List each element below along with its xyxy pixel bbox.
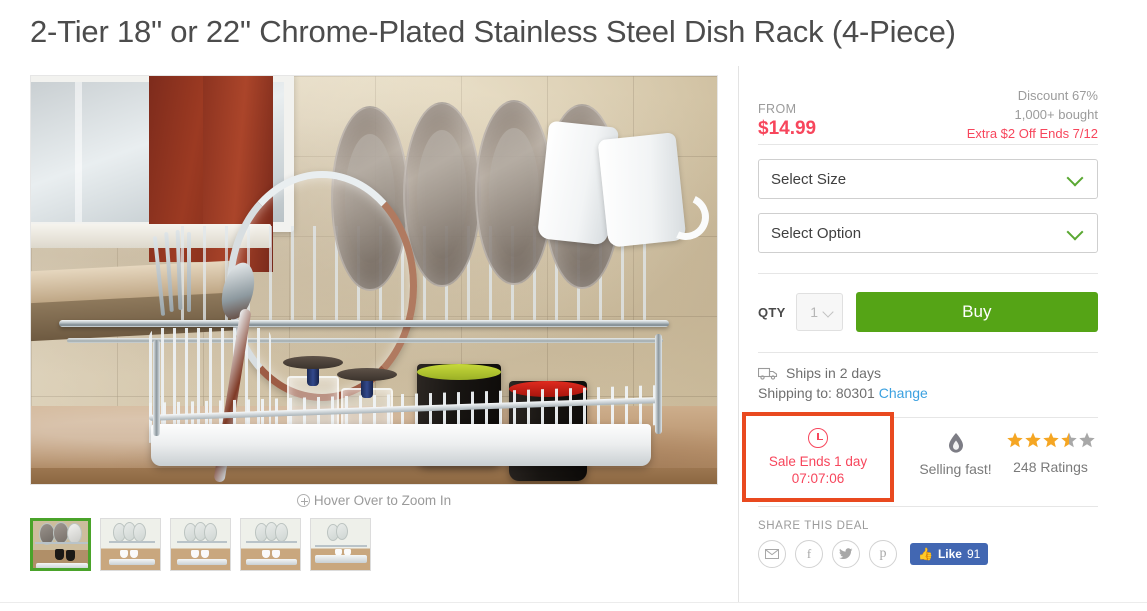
price-value: $14.99 xyxy=(758,118,817,139)
rack-leg-left xyxy=(153,340,160,436)
chevron-down-icon xyxy=(1068,224,1083,239)
ships-in-line: Ships in 2 days xyxy=(757,365,1098,381)
buy-button-label: Buy xyxy=(962,302,992,321)
share-section-title: SHARE THIS DEAL xyxy=(758,520,870,532)
rating-stars xyxy=(1003,432,1098,453)
kitchen-scene xyxy=(31,76,717,484)
rack-leg-right xyxy=(655,334,662,434)
ships-in-label: Ships in 2 days xyxy=(786,365,881,381)
wine-glass-base-2 xyxy=(337,368,397,381)
shipping-info: Ships in 2 days Shipping to: 80301 Chang… xyxy=(757,365,1098,401)
sale-ends-line1: Sale Ends 1 day xyxy=(768,454,868,469)
shipping-to-line: Shipping to: 80301 Change xyxy=(758,385,1098,401)
column-divider xyxy=(738,66,739,603)
main-product-image[interactable] xyxy=(30,75,718,485)
quantity-value: 1 xyxy=(810,304,819,320)
facebook-like-count: 91 xyxy=(966,547,981,561)
facebook-like-label: Like xyxy=(937,547,962,561)
email-share-icon[interactable] xyxy=(758,540,786,568)
selling-fast-label: Selling fast! xyxy=(919,461,992,477)
sale-countdown-box[interactable]: Sale Ends 1 day 07:07:06 xyxy=(742,412,894,502)
thumbnail-3[interactable] xyxy=(170,518,231,571)
divider-1 xyxy=(758,144,1098,145)
price-block: FROM $14.99 Discount 67% 1,000+ bought E… xyxy=(758,78,1098,141)
thumbnail-strip xyxy=(30,518,720,571)
quantity-stepper[interactable]: 1 xyxy=(795,293,843,331)
zoom-hint-label: Hover Over to Zoom In xyxy=(313,493,452,508)
sale-ends-line2: 07:07:06 xyxy=(791,471,845,486)
clock-icon xyxy=(808,428,828,448)
deal-info-strip: Sale Ends 1 day 07:07:06 Selling fast! 2… xyxy=(742,412,1098,502)
sale-countdown-text: Sale Ends 1 day 07:07:06 xyxy=(746,453,890,487)
divider-5 xyxy=(758,506,1098,507)
change-zip-link[interactable]: Change xyxy=(879,385,928,401)
chevron-down-icon xyxy=(1068,170,1083,185)
select-option-dropdown[interactable]: Select Option xyxy=(758,213,1098,253)
share-buttons-row: f p 👍 Like 91 xyxy=(758,540,1098,568)
shipping-to-label: Shipping to: 80301 xyxy=(758,385,875,401)
thumbs-up-icon: 👍 xyxy=(918,547,933,561)
fork-tine-4 xyxy=(187,232,191,312)
wine-glass-base-1 xyxy=(283,356,343,369)
zoom-hint: Hover Over to Zoom In xyxy=(30,493,718,508)
facebook-share-icon[interactable]: f xyxy=(795,540,823,568)
facebook-glyph: f xyxy=(806,546,812,561)
thumbnail-4[interactable] xyxy=(240,518,301,571)
buy-button[interactable]: Buy xyxy=(855,292,1098,332)
qty-label: QTY xyxy=(758,304,786,320)
selling-fast-cell: Selling fast! xyxy=(908,418,1003,477)
plus-circle-icon xyxy=(296,494,310,507)
divider-2 xyxy=(758,273,1098,274)
facebook-like-button[interactable]: 👍 Like 91 xyxy=(910,543,989,565)
discount-label: Discount 67% xyxy=(1017,88,1098,103)
ratings-count-label: 248 Ratings xyxy=(1013,459,1088,475)
thumbnail-5[interactable] xyxy=(310,518,371,571)
twitter-share-icon[interactable] xyxy=(832,540,860,568)
thumbnail-2[interactable] xyxy=(100,518,161,571)
pinterest-glyph: p xyxy=(879,546,887,561)
ratings-cell[interactable]: 248 Ratings xyxy=(1003,418,1098,475)
purchase-panel: FROM $14.99 Discount 67% 1,000+ bought E… xyxy=(742,78,1098,568)
select-size-label: Select Size xyxy=(771,170,847,188)
product-gallery: Hover Over to Zoom In xyxy=(30,75,720,571)
plate-2 xyxy=(403,102,481,287)
rack-rail-upper xyxy=(59,320,669,327)
truck-icon xyxy=(757,366,778,380)
price-meta: Discount 67% 1,000+ bought Extra $2 Off … xyxy=(967,86,1098,143)
flame-icon xyxy=(947,432,965,454)
extra-offer: Extra $2 Off Ends 7/12 xyxy=(966,126,1098,141)
select-option-label: Select Option xyxy=(771,224,862,242)
pinterest-share-icon[interactable]: p xyxy=(869,540,897,568)
chevron-down-icon xyxy=(824,308,833,317)
select-size-dropdown[interactable]: Select Size xyxy=(758,159,1098,199)
page-title: 2-Tier 18" or 22" Chrome-Plated Stainles… xyxy=(30,14,956,49)
quantity-and-buy-row: QTY 1 Buy xyxy=(758,292,1098,332)
from-label: FROM xyxy=(758,102,797,116)
drip-tray xyxy=(151,424,651,466)
counter-front-edge xyxy=(31,468,717,484)
thumbnail-1[interactable] xyxy=(30,518,91,571)
divider-3 xyxy=(758,352,1098,353)
footer-rule xyxy=(0,602,1147,603)
bought-count: 1,000+ bought xyxy=(1014,107,1099,122)
mug-rim-green xyxy=(417,364,501,380)
